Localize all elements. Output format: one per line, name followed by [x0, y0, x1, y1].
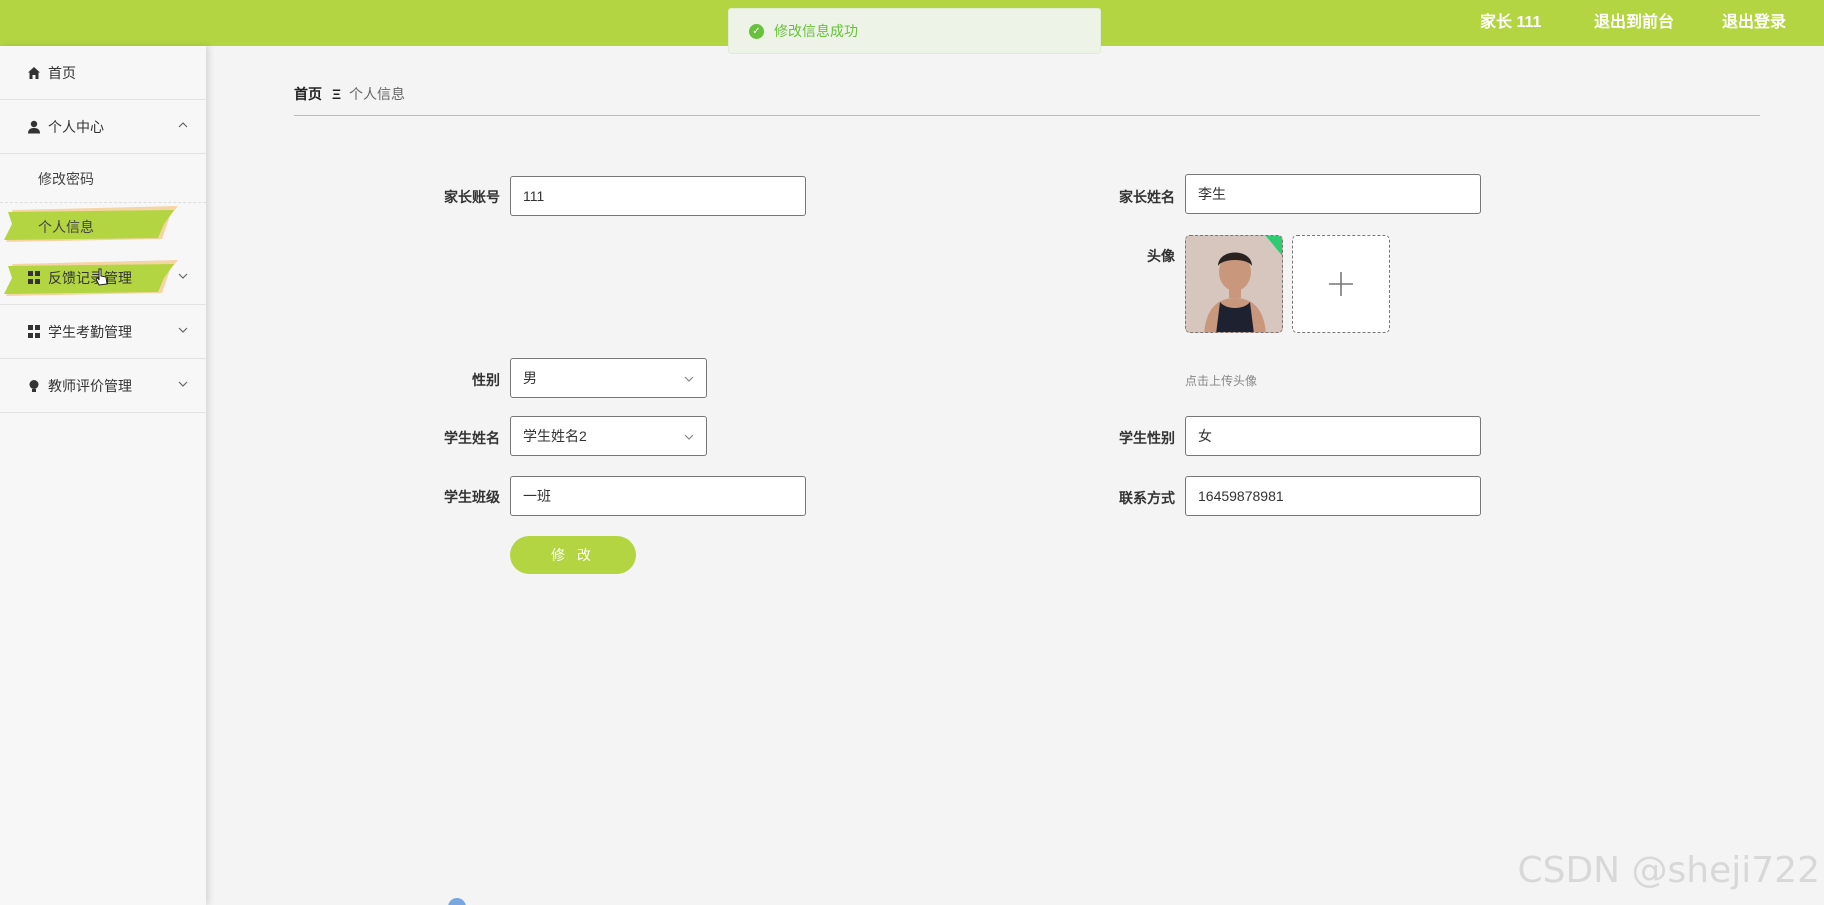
sidebar-item-home[interactable]: 首页 — [0, 46, 206, 100]
chevron-up-icon — [178, 122, 188, 128]
name-label: 家长姓名 — [1119, 189, 1175, 205]
sidebar-item-personal-info[interactable]: 个人信息 — [0, 203, 206, 251]
student-name-select-value: 学生姓名2 — [523, 428, 587, 444]
upload-avatar-button[interactable] — [1292, 235, 1390, 333]
sidebar-item-label: 个人信息 — [38, 219, 94, 235]
grid-icon — [26, 271, 42, 284]
plus-icon — [1329, 272, 1353, 296]
account-label: 家长账号 — [444, 189, 500, 205]
account-input[interactable]: 111 — [510, 176, 806, 216]
breadcrumb: 首页 Ξ 个人信息 — [294, 84, 405, 104]
user-icon — [26, 120, 42, 134]
class-input[interactable]: 一班 — [510, 476, 806, 516]
sidebar-item-label: 教师评价管理 — [48, 377, 132, 394]
gender-select[interactable]: 男 — [510, 358, 707, 398]
sidebar-item-evaluation[interactable]: 教师评价管理 — [0, 359, 206, 413]
home-icon — [26, 66, 42, 80]
name-input[interactable]: 李生 — [1185, 174, 1481, 214]
sidebar-item-label: 学生考勤管理 — [48, 323, 132, 340]
avatar-label: 头像 — [1147, 248, 1175, 264]
chevron-down-icon — [178, 273, 188, 279]
lightbulb-icon — [26, 379, 42, 393]
breadcrumb-separator: Ξ — [332, 86, 342, 102]
sidebar-item-attendance[interactable]: 学生考勤管理 — [0, 305, 206, 359]
avatar-image[interactable] — [1185, 235, 1283, 333]
gender-label: 性别 — [472, 372, 500, 388]
gender-select-value: 男 — [523, 370, 537, 386]
contact-label: 联系方式 — [1119, 490, 1175, 506]
sidebar-item-personal-center[interactable]: 个人中心 — [0, 100, 206, 154]
student-gender-label: 学生性别 — [1119, 430, 1175, 446]
chevron-down-icon — [684, 434, 694, 440]
floating-indicator — [448, 898, 466, 905]
sidebar-item-change-password[interactable]: 修改密码 — [0, 155, 206, 203]
student-gender-input[interactable]: 女 — [1185, 416, 1481, 456]
sidebar-item-label: 首页 — [48, 64, 76, 81]
user-label: 家长 111 — [1480, 14, 1542, 31]
student-name-select[interactable]: 学生姓名2 — [510, 416, 707, 456]
sidebar-item-label: 修改密码 — [38, 170, 94, 187]
grid-icon — [26, 325, 42, 338]
exit-to-front-link[interactable]: 退出到前台 — [1594, 8, 1674, 32]
watermark: CSDN @sheji722 — [1517, 850, 1820, 891]
sidebar-item-label: 反馈记录管理 — [48, 269, 132, 286]
upload-hint: 点击上传头像 — [1185, 374, 1258, 388]
hand-cursor-icon — [95, 268, 108, 286]
student-name-label: 学生姓名 — [444, 430, 500, 446]
sidebar-item-label: 个人中心 — [48, 118, 104, 135]
toast-message: 修改信息成功 — [774, 23, 858, 39]
chevron-down-icon — [178, 327, 188, 333]
sidebar: 首页 个人中心 修改密码 个人信息 反馈记录管理 学生考勤管理 教师评价管理 — [0, 46, 206, 905]
logout-link[interactable]: 退出登录 — [1722, 8, 1786, 32]
check-circle-icon: ✓ — [749, 23, 764, 39]
breadcrumb-current: 个人信息 — [349, 86, 406, 102]
contact-input[interactable]: 16459878981 — [1185, 476, 1481, 516]
chevron-down-icon — [178, 381, 188, 387]
submit-button[interactable]: 修 改 — [510, 536, 636, 574]
breadcrumb-divider — [294, 115, 1760, 116]
success-toast: ✓ 修改信息成功 — [728, 8, 1101, 54]
class-label: 学生班级 — [444, 489, 500, 505]
chevron-down-icon — [684, 376, 694, 382]
breadcrumb-home[interactable]: 首页 — [294, 86, 322, 102]
